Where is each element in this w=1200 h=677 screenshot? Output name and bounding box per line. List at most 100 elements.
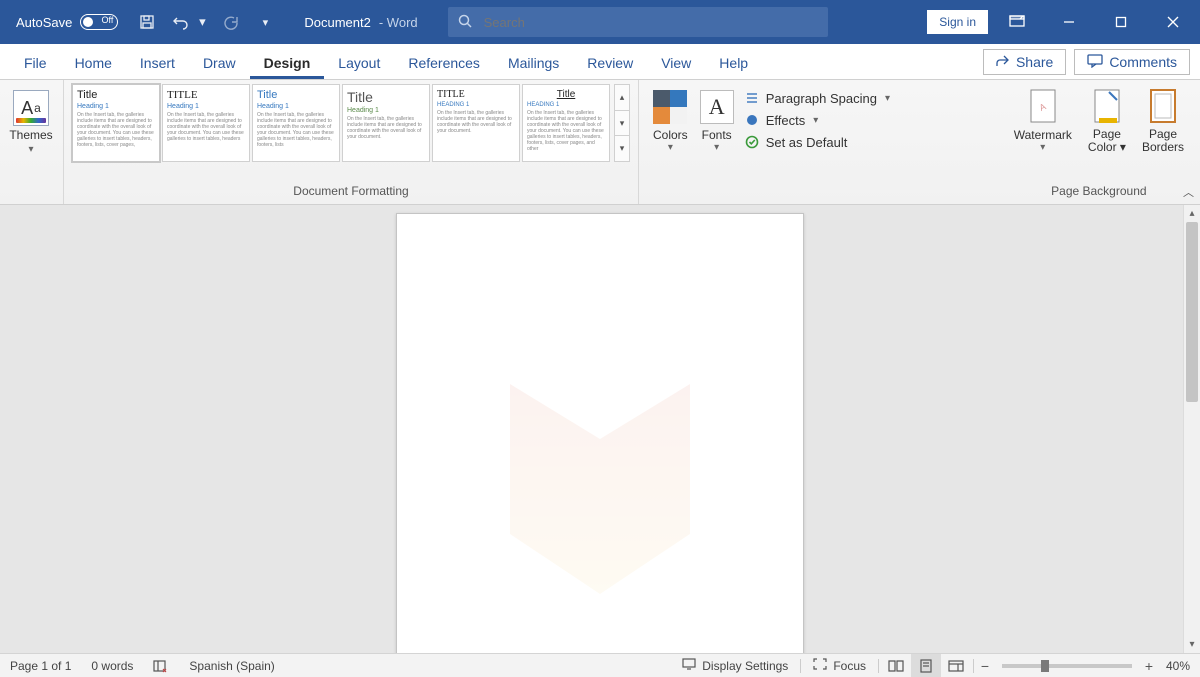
read-mode-view-icon[interactable]	[881, 654, 911, 677]
maximize-icon[interactable]	[1098, 0, 1144, 44]
zoom-slider[interactable]	[1002, 664, 1132, 668]
chevron-down-icon: ▾	[28, 144, 33, 155]
chevron-down-icon: ▾	[885, 93, 890, 104]
zoom-value[interactable]: 40%	[1158, 659, 1200, 673]
chevron-down-icon: ▾	[714, 142, 719, 153]
page-borders-icon	[1147, 88, 1179, 126]
zoom-in-icon[interactable]: +	[1140, 658, 1158, 674]
style-set-thumb-1[interactable]: TitleHeading 1On the Insert tab, the gal…	[72, 84, 160, 162]
display-settings-button[interactable]: Display Settings	[672, 654, 798, 677]
sign-in-button[interactable]: Sign in	[927, 10, 988, 34]
collapse-ribbon-icon[interactable]: ︿	[1183, 184, 1194, 200]
chevron-down-icon: ▾	[668, 142, 673, 153]
watermark-icon: A	[1027, 88, 1059, 126]
watermark-button[interactable]: A Watermark ▾	[1006, 84, 1080, 153]
document-page[interactable]	[396, 213, 804, 653]
document-name: Document2	[304, 15, 370, 30]
tab-review[interactable]: Review	[573, 49, 647, 79]
tab-help[interactable]: Help	[705, 49, 762, 79]
display-settings-icon	[682, 658, 696, 673]
page-borders-button[interactable]: PageBorders	[1134, 84, 1192, 154]
ribbon-tabs: File Home Insert Draw Design Layout Refe…	[0, 44, 1200, 80]
share-icon	[996, 54, 1010, 71]
print-layout-view-icon[interactable]	[911, 654, 941, 677]
gallery-up-icon[interactable]: ▴	[615, 85, 629, 111]
save-icon[interactable]	[136, 11, 158, 33]
autosave-state: Off	[102, 15, 114, 25]
paragraph-spacing-label: Paragraph Spacing	[766, 91, 877, 106]
group-page-background-label: Page Background	[1006, 182, 1192, 202]
gallery-down-icon[interactable]: ▾	[615, 111, 629, 137]
autosave-control[interactable]: AutoSave Off	[0, 14, 128, 30]
zoom-slider-thumb[interactable]	[1041, 660, 1049, 672]
paragraph-spacing-icon	[744, 90, 760, 106]
tab-layout[interactable]: Layout	[324, 49, 394, 79]
effects-label: Effects	[766, 113, 806, 128]
display-settings-label: Display Settings	[702, 659, 788, 673]
page-color-label: PageColor ▾	[1088, 128, 1126, 154]
comments-label: Comments	[1109, 54, 1177, 70]
tab-design[interactable]: Design	[250, 49, 325, 79]
page-number-status[interactable]: Page 1 of 1	[0, 654, 81, 677]
tab-mailings[interactable]: Mailings	[494, 49, 573, 79]
zoom-out-icon[interactable]: −	[976, 658, 994, 674]
title-bar: AutoSave Off ▾ ▾ Document2 - Word Sign i…	[0, 0, 1200, 44]
colors-label: Colors	[653, 128, 688, 142]
style-set-thumb-4[interactable]: TitleHeading 1On the Insert tab, the gal…	[342, 84, 430, 162]
scrollbar-thumb[interactable]	[1186, 222, 1198, 402]
ribbon: Aa Themes ▾ TitleHeading 1On the Insert …	[0, 80, 1200, 205]
gallery-more-icon[interactable]: ▾	[615, 136, 629, 161]
tab-home[interactable]: Home	[61, 49, 126, 79]
comments-button[interactable]: Comments	[1074, 49, 1190, 75]
tab-view[interactable]: View	[647, 49, 705, 79]
style-set-thumb-5[interactable]: TITLEHEADING 1On the Insert tab, the gal…	[432, 84, 520, 162]
focus-mode-button[interactable]: Focus	[803, 654, 876, 677]
tab-insert[interactable]: Insert	[126, 49, 189, 79]
focus-icon	[813, 658, 827, 673]
style-set-thumb-3[interactable]: TitleHeading 1On the Insert tab, the gal…	[252, 84, 340, 162]
themes-label: Themes	[9, 128, 52, 142]
scroll-up-icon[interactable]: ▴	[1184, 205, 1200, 222]
effects-button[interactable]: Effects ▾	[744, 112, 890, 128]
check-icon	[744, 134, 760, 150]
minimize-icon[interactable]	[1046, 0, 1092, 44]
search-box[interactable]	[448, 7, 828, 37]
focus-label: Focus	[833, 659, 866, 673]
themes-button[interactable]: Aa Themes ▾	[8, 84, 54, 155]
tab-draw[interactable]: Draw	[189, 49, 250, 79]
paragraph-spacing-button[interactable]: Paragraph Spacing ▾	[744, 90, 890, 106]
vertical-scrollbar[interactable]: ▴ ▾	[1183, 205, 1200, 653]
colors-button[interactable]: Colors ▾	[647, 84, 694, 153]
word-count-status[interactable]: 0 words	[81, 654, 143, 677]
qat-customize-icon[interactable]: ▾	[254, 11, 276, 33]
search-icon	[458, 14, 472, 31]
app-name-suffix: - Word	[379, 15, 418, 30]
comment-icon	[1087, 54, 1103, 71]
redo-icon[interactable]	[220, 11, 242, 33]
tab-references[interactable]: References	[394, 49, 494, 79]
spelling-status-icon[interactable]	[143, 654, 179, 677]
effects-icon	[744, 112, 760, 128]
status-bar: Page 1 of 1 0 words Spanish (Spain) Disp…	[0, 653, 1200, 677]
ribbon-display-options-icon[interactable]	[994, 0, 1040, 44]
set-as-default-button[interactable]: Set as Default	[744, 134, 890, 150]
fonts-icon: A	[700, 90, 734, 124]
quick-access-toolbar: ▾ ▾	[128, 11, 284, 33]
scroll-down-icon[interactable]: ▾	[1184, 636, 1200, 653]
autosave-label: AutoSave	[16, 15, 72, 30]
undo-icon[interactable]	[170, 11, 192, 33]
page-color-button[interactable]: PageColor ▾	[1080, 84, 1134, 154]
style-set-thumb-6[interactable]: TitleHEADING 1On the Insert tab, the gal…	[522, 84, 610, 162]
fonts-button[interactable]: A Fonts ▾	[694, 84, 740, 153]
style-set-thumb-2[interactable]: TITLEHeading 1On the Insert tab, the gal…	[162, 84, 250, 162]
share-button[interactable]: Share	[983, 49, 1066, 75]
watermark-label: Watermark	[1014, 128, 1072, 142]
page-borders-label: PageBorders	[1142, 128, 1184, 154]
undo-dropdown-icon[interactable]: ▾	[196, 11, 208, 33]
search-input[interactable]	[484, 15, 818, 30]
close-icon[interactable]	[1150, 0, 1196, 44]
web-layout-view-icon[interactable]	[941, 654, 971, 677]
autosave-toggle[interactable]: Off	[80, 14, 118, 30]
language-status[interactable]: Spanish (Spain)	[179, 654, 284, 677]
tab-file[interactable]: File	[10, 49, 61, 79]
